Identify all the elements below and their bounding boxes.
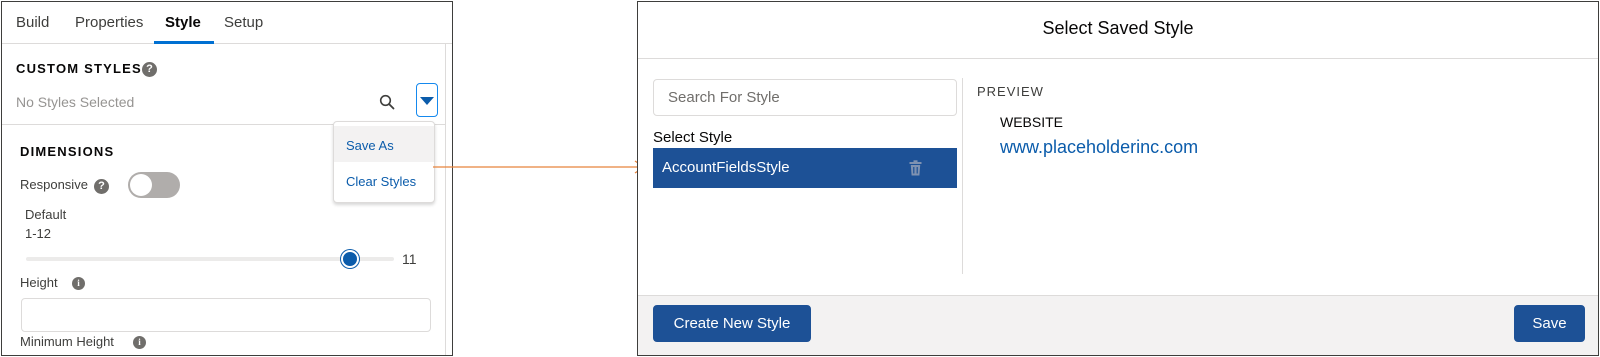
preview-title: PREVIEW [977, 84, 1044, 99]
tab-setup[interactable]: Setup [224, 14, 263, 31]
min-height-label: Minimum Height [20, 334, 114, 349]
info-icon[interactable]: i [72, 277, 85, 290]
styles-dropdown-button[interactable] [416, 83, 438, 117]
toggle-knob [130, 174, 152, 196]
custom-styles-title: CUSTOM STYLES [16, 61, 142, 76]
help-icon[interactable]: ? [94, 179, 109, 194]
responsive-toggle[interactable] [128, 172, 180, 198]
tab-build[interactable]: Build [16, 14, 49, 31]
styles-dropdown-menu: Save As Clear Styles [333, 121, 435, 203]
preview-website-link[interactable]: www.placeholderinc.com [1000, 137, 1198, 158]
active-tab-indicator [154, 41, 214, 44]
panel-tabs: Build Properties Style Setup [2, 2, 452, 44]
select-style-label: Select Style [653, 129, 733, 146]
scrollbar-track[interactable] [445, 44, 446, 355]
column-divider [962, 78, 963, 274]
dimensions-title: DIMENSIONS [20, 144, 115, 159]
modal-header: Select Saved Style [638, 2, 1598, 59]
tab-style[interactable]: Style [165, 14, 201, 31]
height-input[interactable] [21, 298, 431, 332]
slider-value: 11 [402, 251, 417, 267]
menu-item-clear-styles[interactable]: Clear Styles [334, 162, 434, 198]
responsive-label: Responsive [20, 177, 88, 192]
trash-icon[interactable] [909, 160, 922, 176]
custom-styles-value: No Styles Selected [16, 94, 135, 110]
default-label: Default [25, 207, 67, 222]
style-item-label: AccountFieldsStyle [662, 159, 790, 176]
modal-footer: Create New Style Save [638, 295, 1598, 355]
create-new-style-button[interactable]: Create New Style [653, 305, 811, 342]
width-slider-track[interactable] [26, 257, 394, 261]
range-label: 1-12 [25, 226, 52, 241]
menu-item-save-as[interactable]: Save As [334, 126, 434, 162]
height-label: Height [20, 275, 58, 290]
style-list-item[interactable]: AccountFieldsStyle [653, 148, 957, 188]
help-icon[interactable]: ? [142, 62, 157, 77]
style-search-input[interactable]: Search For Style [653, 79, 957, 116]
select-saved-style-modal: Select Saved Style Search For Style Sele… [637, 1, 1599, 356]
modal-title: Select Saved Style [1042, 18, 1194, 38]
width-slider-thumb[interactable] [340, 250, 359, 268]
save-button[interactable]: Save [1514, 305, 1585, 342]
info-icon[interactable]: i [133, 336, 146, 349]
chevron-down-icon [420, 97, 434, 105]
style-properties-panel: Build Properties Style Setup CUSTOM STYL… [1, 1, 453, 356]
connector-arrow [433, 160, 646, 174]
preview-field-label: WEBSITE [1000, 114, 1064, 130]
search-icon[interactable] [379, 94, 395, 110]
tab-properties[interactable]: Properties [75, 14, 143, 31]
